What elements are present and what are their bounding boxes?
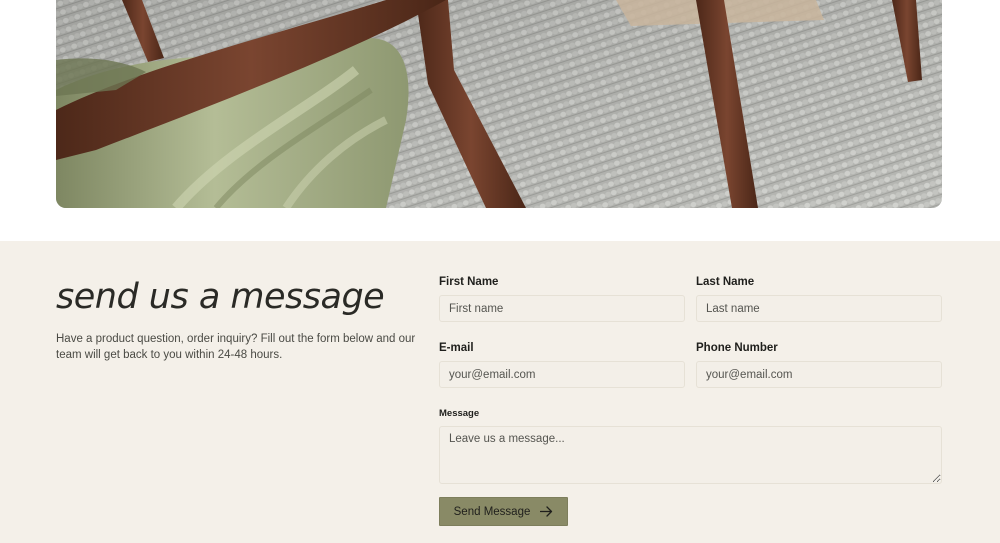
contact-row: E-mail Phone Number <box>439 342 942 388</box>
last-name-input[interactable] <box>696 295 942 322</box>
chair-photo <box>56 0 942 208</box>
phone-field: Phone Number <box>696 342 942 388</box>
send-message-label: Send Message <box>453 505 531 518</box>
arrow-right-icon <box>540 506 553 517</box>
first-name-field: First Name <box>439 276 685 322</box>
message-label: Message <box>439 408 480 419</box>
contact-form: First Name Last Name E-mail Phone Number… <box>439 276 942 526</box>
email-field: E-mail <box>439 342 685 388</box>
first-name-input[interactable] <box>439 295 685 322</box>
last-name-field: Last Name <box>696 276 942 322</box>
contact-title: send us a message <box>56 277 385 317</box>
message-textarea[interactable] <box>439 426 942 484</box>
first-name-label: First Name <box>439 276 499 288</box>
name-row: First Name Last Name <box>439 276 942 322</box>
message-field: Message <box>439 407 942 489</box>
email-label: E-mail <box>439 342 474 354</box>
last-name-label: Last Name <box>696 276 755 288</box>
contact-section: send us a message Have a product questio… <box>0 241 1000 543</box>
contact-intro: send us a message Have a product questio… <box>56 277 416 363</box>
phone-input[interactable] <box>696 361 942 388</box>
send-message-button[interactable]: Send Message <box>439 497 568 526</box>
phone-label: Phone Number <box>696 342 778 354</box>
contact-description: Have a product question, order inquiry? … <box>56 333 416 362</box>
hero-image <box>56 0 942 208</box>
email-input[interactable] <box>439 361 685 388</box>
